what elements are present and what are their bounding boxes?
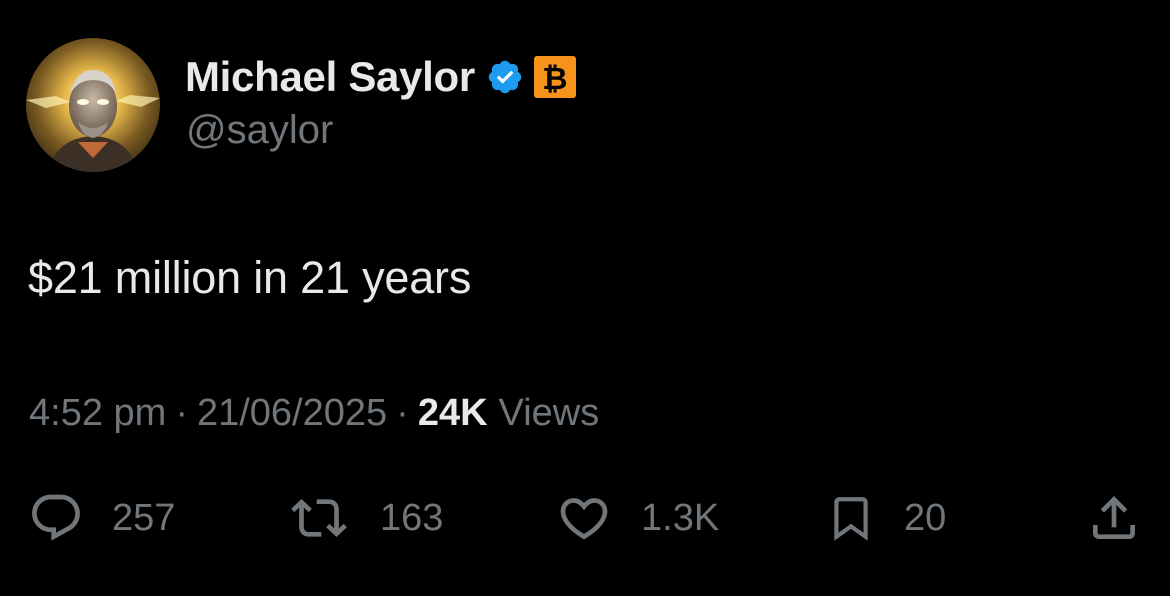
reply-button[interactable]: 257 — [28, 490, 175, 546]
reply-count: 257 — [112, 496, 176, 539]
repost-icon — [291, 499, 347, 537]
like-button[interactable]: 1.3K — [555, 490, 719, 546]
meta-separator: · — [175, 392, 188, 434]
heart-icon — [560, 498, 608, 540]
share-button[interactable] — [1086, 490, 1142, 546]
author-display-name[interactable]: Michael Saylor — [185, 53, 475, 101]
tweet-time[interactable]: 4:52 pm — [29, 392, 166, 435]
bitcoin-glyph: ₿ — [542, 60, 568, 96]
tweet-meta: 4:52 pm · 21/06/2025 · 24K Views — [29, 392, 599, 435]
views-count[interactable]: 24K — [418, 392, 488, 435]
tweet-card: Michael Saylor ₿ @saylor $21 million in … — [0, 0, 1170, 596]
reply-icon — [32, 494, 80, 541]
bitcoin-badge-icon[interactable]: ₿ — [533, 56, 576, 98]
tweet-date[interactable]: 21/06/2025 — [197, 392, 387, 435]
like-count: 1.3K — [641, 496, 720, 539]
repost-count: 163 — [380, 496, 444, 539]
bookmark-count: 20 — [904, 496, 947, 539]
verified-checkmark-icon[interactable] — [486, 58, 524, 96]
share-icon — [1093, 496, 1135, 539]
author-handle[interactable]: @saylor — [186, 108, 333, 153]
repost-button[interactable]: 163 — [286, 490, 443, 546]
avatar-image — [26, 38, 160, 172]
author-name-row: Michael Saylor ₿ — [185, 52, 576, 102]
tweet-text: $21 million in 21 years — [28, 252, 472, 303]
meta-separator: · — [396, 392, 409, 434]
bookmark-icon — [834, 497, 868, 541]
avatar[interactable] — [26, 38, 160, 172]
views-label[interactable]: Views — [499, 392, 600, 435]
bookmark-button[interactable]: 20 — [826, 490, 946, 546]
